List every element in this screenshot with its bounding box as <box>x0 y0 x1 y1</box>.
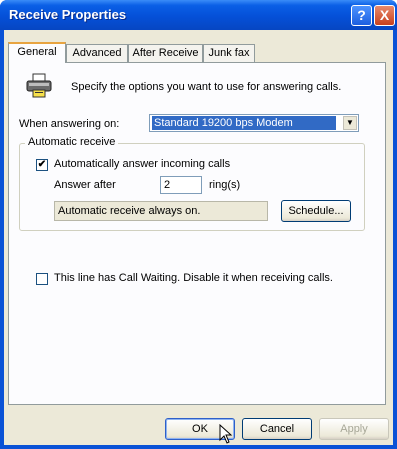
auto-answer-label: Automatically answer incoming calls <box>54 158 231 170</box>
general-panel: Specify the options you want to use for … <box>8 62 386 405</box>
tab-general[interactable]: General <box>8 42 66 63</box>
automatic-receive-group-title: Automatic receive <box>25 136 119 148</box>
tab-junk-fax[interactable]: Junk fax <box>203 44 255 62</box>
tab-advanced[interactable]: Advanced <box>66 44 128 62</box>
rings-label: ring(s) <box>209 179 241 191</box>
description-text: Specify the options you want to use for … <box>71 81 342 93</box>
apply-button[interactable]: Apply <box>319 418 389 440</box>
answer-after-rings-input[interactable]: 2 <box>160 176 202 194</box>
schedule-button[interactable]: Schedule... <box>281 200 351 222</box>
auto-answer-checkbox[interactable]: ✔ <box>36 159 48 171</box>
call-waiting-checkbox[interactable] <box>36 273 48 285</box>
fax-machine-icon <box>26 73 52 98</box>
chevron-down-icon[interactable]: ▼ <box>343 116 357 130</box>
when-answering-label: When answering on: <box>19 118 120 130</box>
checkmark-icon: ✔ <box>37 159 47 170</box>
modem-dropdown[interactable]: Standard 19200 bps Modem ▼ <box>149 114 359 132</box>
tab-after-receive[interactable]: After Receive <box>128 44 203 62</box>
cancel-button[interactable]: Cancel <box>242 418 312 440</box>
dialog-client: General Advanced After Receive Junk fax … <box>4 30 393 445</box>
mouse-pointer-icon <box>219 424 233 444</box>
title-bar[interactable]: Receive Properties ? X <box>0 0 397 30</box>
close-button[interactable]: X <box>374 5 395 26</box>
receive-status-field: Automatic receive always on. <box>54 201 268 221</box>
help-button[interactable]: ? <box>351 5 372 26</box>
modem-selected-value: Standard 19200 bps Modem <box>152 116 336 130</box>
receive-properties-window: Receive Properties ? X General Advanced … <box>0 0 397 449</box>
answer-after-label: Answer after <box>54 179 116 191</box>
window-title: Receive Properties <box>9 7 127 22</box>
call-waiting-label: This line has Call Waiting. Disable it w… <box>54 272 333 284</box>
